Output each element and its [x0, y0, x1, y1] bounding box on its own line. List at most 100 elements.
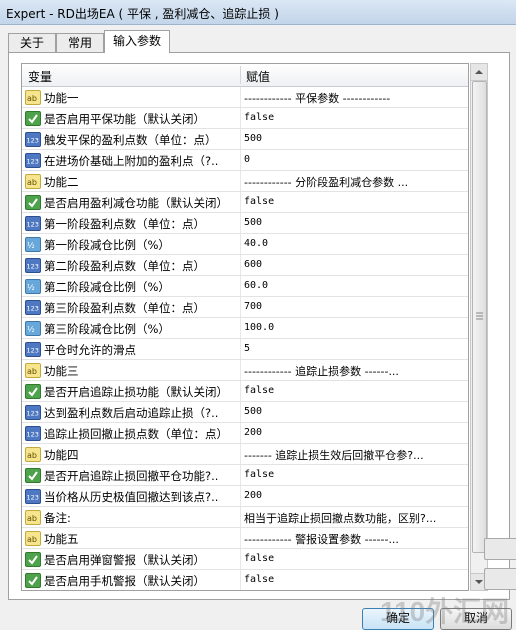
parameter-name: 触发平保的盈利点数（单位：点）	[44, 133, 217, 147]
parameter-row[interactable]: 是否开启追踪止损功能（默认关闭） false	[22, 381, 468, 402]
parameter-row[interactable]: 是否启用盈利减仓功能（默认关闭） false	[22, 192, 468, 213]
parameter-row[interactable]: 是否启用弹窗警报（默认关闭） false	[22, 549, 468, 570]
parameter-row[interactable]: ½ 第三阶段减仓比例（%） 100.0	[22, 318, 468, 339]
scroll-up-arrow-icon[interactable]	[471, 64, 487, 81]
column-header-value[interactable]: 赋值	[246, 68, 270, 85]
integer-type-icon: 123	[25, 405, 41, 420]
parameter-row[interactable]: ab 功能二 ------------ 分阶段盈利减仓参数 ...	[22, 171, 468, 192]
cell-divider	[240, 507, 241, 527]
column-header-variable[interactable]: 变量	[28, 68, 52, 85]
parameter-value[interactable]: 700	[244, 301, 464, 312]
integer-type-icon: 123	[25, 342, 41, 357]
parameter-name: 功能五	[44, 532, 79, 546]
cell-divider	[240, 234, 241, 254]
save-button[interactable]	[484, 568, 516, 590]
svg-text:123: 123	[27, 347, 39, 355]
integer-type-icon: 123	[25, 426, 41, 441]
double-type-icon: ½	[25, 237, 41, 252]
parameter-value[interactable]: ------------ 分阶段盈利减仓参数 ...	[244, 174, 464, 190]
column-divider[interactable]	[240, 66, 241, 84]
parameter-row[interactable]: 123 在进场价基础上附加的盈利点（?.. 0	[22, 150, 468, 171]
parameter-value[interactable]: 500	[244, 406, 464, 417]
parameter-value[interactable]: false	[244, 196, 464, 207]
parameter-value[interactable]: 相当于追踪止损回撤点数功能，区别?...	[244, 510, 464, 526]
parameter-row[interactable]: 是否启用手机警报（默认关闭） false	[22, 570, 468, 590]
svg-text:½: ½	[27, 283, 35, 292]
parameter-row[interactable]: ab 功能五 ------------ 警报设置参数 ------...	[22, 528, 468, 549]
parameter-value[interactable]: 600	[244, 259, 464, 270]
parameter-value[interactable]: false	[244, 469, 464, 480]
parameter-value[interactable]: 200	[244, 490, 464, 501]
integer-type-icon: 123	[25, 300, 41, 315]
svg-text:123: 123	[27, 410, 39, 418]
parameter-value[interactable]: 5	[244, 343, 464, 354]
parameter-value[interactable]: 200	[244, 427, 464, 438]
parameter-value[interactable]: ------------ 警报设置参数 ------...	[244, 531, 464, 547]
cell-divider	[240, 213, 241, 233]
integer-type-icon: 123	[25, 216, 41, 231]
cell-divider	[240, 129, 241, 149]
cell-divider	[240, 528, 241, 548]
svg-text:ab: ab	[27, 94, 37, 103]
parameter-row[interactable]: 是否启用平保功能（默认关闭） false	[22, 108, 468, 129]
vertical-scrollbar[interactable]	[470, 63, 488, 591]
cell-divider	[240, 570, 241, 590]
parameter-value[interactable]: ------- 追踪止损生效后回撤平仓参?...	[244, 447, 464, 463]
parameter-name: 当价格从历史极值回撤达到该点?..	[44, 490, 219, 504]
parameter-name: 是否启用弹窗警报（默认关闭）	[44, 553, 205, 567]
parameter-row[interactable]: ab 功能一 ------------ 平保参数 ------------	[22, 87, 468, 108]
parameter-name: 追踪止损回撤止损点数（单位：点）	[44, 427, 228, 441]
cell-divider	[240, 549, 241, 569]
tab-about[interactable]: 关于	[8, 33, 56, 52]
svg-text:½: ½	[27, 325, 35, 334]
parameter-value[interactable]: ------------ 平保参数 ------------	[244, 90, 464, 106]
parameter-row[interactable]: ½ 第一阶段减仓比例（%） 40.0	[22, 234, 468, 255]
parameter-value[interactable]: 40.0	[244, 238, 464, 249]
parameter-name: 第一阶段减仓比例（%）	[44, 238, 170, 252]
boolean-type-icon	[25, 111, 41, 126]
svg-text:ab: ab	[27, 178, 37, 187]
parameter-row[interactable]: 123 达到盈利点数后启动追踪止损（?.. 500	[22, 402, 468, 423]
cell-divider	[240, 402, 241, 422]
parameter-value[interactable]: false	[244, 112, 464, 123]
tab-common[interactable]: 常用	[56, 33, 104, 52]
parameter-value[interactable]: 0	[244, 154, 464, 165]
tab-inputs[interactable]: 输入参数	[104, 30, 170, 53]
parameter-name: 是否启用盈利减仓功能（默认关闭）	[44, 196, 228, 210]
parameter-row[interactable]: 123 第一阶段盈利点数（单位：点） 500	[22, 213, 468, 234]
parameter-row[interactable]: ab 功能四 ------- 追踪止损生效后回撤平仓参?...	[22, 444, 468, 465]
parameter-row[interactable]: 123 触发平保的盈利点数（单位：点） 500	[22, 129, 468, 150]
parameter-row[interactable]: 123 追踪止损回撤止损点数（单位：点） 200	[22, 423, 468, 444]
parameter-row[interactable]: 123 当价格从历史极值回撤达到该点?.. 200	[22, 486, 468, 507]
parameter-row[interactable]: 是否开启追踪止损回撤平仓功能?.. false	[22, 465, 468, 486]
string-type-icon: ab	[25, 531, 41, 546]
parameter-row[interactable]: ab 备注: 相当于追踪止损回撤点数功能，区别?...	[22, 507, 468, 528]
svg-text:ab: ab	[27, 451, 37, 460]
scrollbar-thumb[interactable]	[472, 81, 487, 553]
parameter-row[interactable]: 123 第二阶段盈利点数（单位：点） 600	[22, 255, 468, 276]
cell-divider	[240, 108, 241, 128]
parameter-value[interactable]: 100.0	[244, 322, 464, 333]
string-type-icon: ab	[25, 90, 41, 105]
boolean-type-icon	[25, 195, 41, 210]
parameter-value[interactable]: 500	[244, 217, 464, 228]
parameter-row[interactable]: 123 第三阶段盈利点数（单位：点） 700	[22, 297, 468, 318]
parameter-value[interactable]: 60.0	[244, 280, 464, 291]
parameter-row[interactable]: ½ 第二阶段减仓比例（%） 60.0	[22, 276, 468, 297]
cell-divider	[240, 486, 241, 506]
parameter-value[interactable]: false	[244, 385, 464, 396]
load-button[interactable]	[484, 538, 516, 560]
parameter-value[interactable]: false	[244, 553, 464, 564]
parameter-value[interactable]: false	[244, 574, 464, 585]
parameter-value[interactable]: ------------ 追踪止损参数 ------...	[244, 363, 464, 379]
svg-text:½: ½	[27, 241, 35, 250]
cell-divider	[240, 276, 241, 296]
parameter-name: 在进场价基础上附加的盈利点（?..	[44, 154, 219, 168]
cell-divider	[240, 192, 241, 212]
parameter-value[interactable]: 500	[244, 133, 464, 144]
boolean-type-icon	[25, 573, 41, 588]
boolean-type-icon	[25, 552, 41, 567]
integer-type-icon: 123	[25, 258, 41, 273]
parameter-row[interactable]: 123 平仓时允许的滑点 5	[22, 339, 468, 360]
parameter-row[interactable]: ab 功能三 ------------ 追踪止损参数 ------...	[22, 360, 468, 381]
